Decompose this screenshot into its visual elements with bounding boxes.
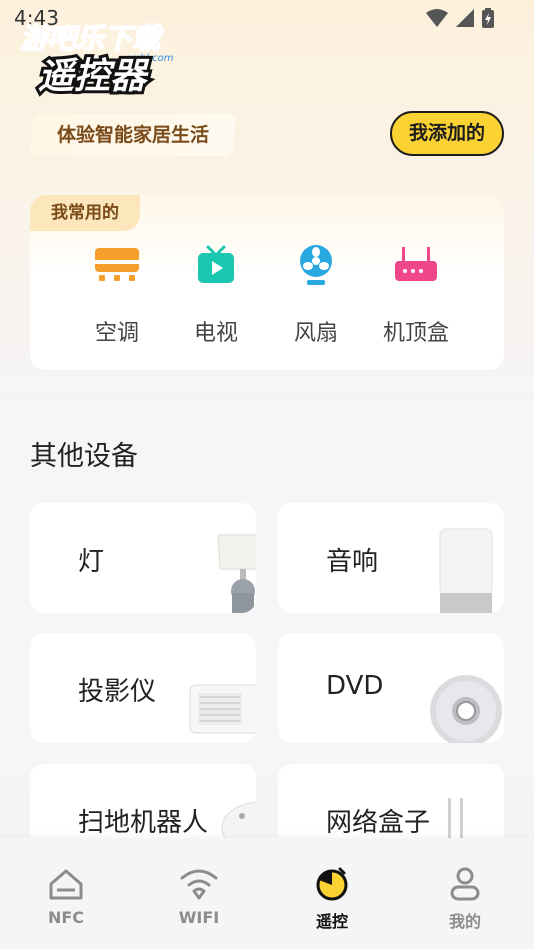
favorite-label: 电视 — [193, 321, 238, 346]
nav-remote[interactable]: 遥控 — [282, 864, 382, 932]
favorites-card: 我常用的 空调 电视 风扇 机顶盒 — [30, 195, 504, 370]
logo-watermark: 游吧乐下载 — [20, 22, 164, 55]
fan-icon — [300, 245, 332, 285]
device-label: 音响 — [326, 547, 379, 577]
favorite-label: 风扇 — [293, 321, 338, 346]
app-logo: 游吧乐下载 yxbl.com 遥控器 — [16, 18, 196, 100]
device-label: 扫地机器人 — [78, 808, 209, 838]
status-icons — [426, 8, 494, 28]
device-card-dvd[interactable]: DVD — [278, 633, 504, 743]
projector-image — [189, 684, 256, 734]
device-label: 网络盒子 — [326, 808, 431, 838]
remote-icon — [316, 867, 348, 901]
nav-label: WIFI — [178, 908, 220, 927]
device-label: 灯 — [78, 547, 105, 577]
device-label: DVD — [326, 671, 384, 701]
cell-signal-icon — [456, 9, 474, 27]
favorite-air-conditioner[interactable]: 空调 — [72, 243, 162, 347]
wifi-icon — [180, 869, 218, 900]
nav-wifi[interactable]: WIFI — [149, 864, 249, 927]
favorite-set-top-box[interactable]: 机顶盒 — [371, 243, 461, 347]
set-top-box-icon — [395, 247, 437, 281]
speaker-image — [439, 528, 493, 613]
slogan-text: 体验智能家居生活 — [56, 124, 209, 146]
device-card-projector[interactable]: 投影仪 — [30, 633, 256, 743]
device-card-lamp[interactable]: 灯 — [30, 503, 256, 613]
nav-label: 我的 — [448, 912, 481, 931]
logo-app-name: 遥控器 — [38, 56, 150, 97]
user-icon — [450, 867, 480, 901]
other-devices-title: 其他设备 — [30, 441, 138, 472]
slogan-banner: 体验智能家居生活 — [29, 114, 237, 156]
device-label: 投影仪 — [78, 677, 157, 707]
favorite-tv[interactable]: 电视 — [171, 243, 261, 347]
battery-icon — [482, 8, 494, 28]
dvd-disc-image — [430, 675, 502, 743]
bottom-nav: NFC WIFI 遥控 我的 — [0, 838, 534, 949]
favorite-fan[interactable]: 风扇 — [271, 243, 361, 347]
favorite-label: 机顶盒 — [382, 321, 449, 346]
device-card-speaker[interactable]: 音响 — [278, 503, 504, 613]
favorites-tag: 我常用的 — [30, 195, 140, 231]
tv-icon — [198, 245, 234, 283]
nav-label: 遥控 — [315, 912, 348, 931]
nav-nfc[interactable]: NFC — [16, 864, 116, 927]
favorite-label: 空调 — [94, 321, 139, 346]
home-icon — [49, 869, 83, 900]
wifi-signal-icon — [426, 9, 448, 27]
lamp-image — [217, 534, 256, 613]
nav-mine[interactable]: 我的 — [415, 864, 515, 932]
my-added-button[interactable]: 我添加的 — [390, 111, 504, 156]
air-conditioner-icon — [95, 248, 139, 281]
nav-label: NFC — [47, 908, 85, 927]
